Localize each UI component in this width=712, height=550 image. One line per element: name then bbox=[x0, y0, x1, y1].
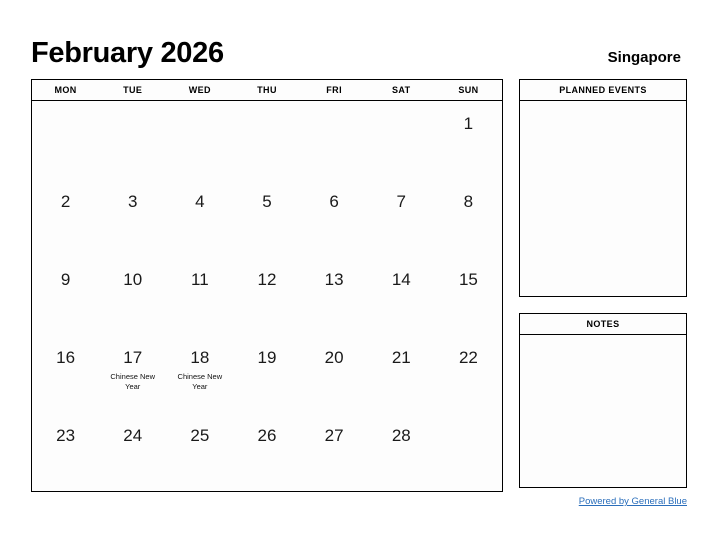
weekday-header-sat: SAT bbox=[392, 85, 411, 95]
day-cell-28[interactable]: 28 bbox=[368, 413, 435, 491]
planned-events-panel: PLANNED EVENTS bbox=[519, 79, 687, 297]
day-cell-empty bbox=[301, 101, 368, 179]
powered-by-link[interactable]: Powered by General Blue bbox=[519, 496, 687, 507]
day-cell-14[interactable]: 14 bbox=[368, 257, 435, 335]
page-title: February 2026 bbox=[31, 37, 224, 69]
planned-events-title: PLANNED EVENTS bbox=[520, 80, 686, 101]
day-cell-empty bbox=[368, 101, 435, 179]
weekday-header-tue: TUE bbox=[123, 85, 143, 95]
calendar-week-row: 2 3 4 5 6 7 8 bbox=[32, 179, 502, 257]
day-number: 19 bbox=[257, 348, 277, 367]
day-number: 23 bbox=[56, 426, 76, 445]
day-cell-25[interactable]: 25 bbox=[166, 413, 233, 491]
day-number: 25 bbox=[190, 426, 210, 445]
day-number: 18 bbox=[190, 348, 210, 367]
day-number: 1 bbox=[463, 114, 474, 133]
day-number: 26 bbox=[257, 426, 277, 445]
day-number: 12 bbox=[257, 270, 277, 289]
weekday-header-wed: WED bbox=[188, 85, 211, 95]
calendar-week-row: 9 10 11 12 13 14 15 bbox=[32, 257, 502, 335]
day-cell-11[interactable]: 11 bbox=[166, 257, 233, 335]
day-event-label: Chinese New Year bbox=[177, 372, 223, 392]
day-number: 4 bbox=[195, 192, 205, 211]
calendar-week-row: 1 bbox=[32, 101, 502, 179]
day-number: 8 bbox=[463, 192, 474, 211]
day-event-label: Chinese New Year bbox=[110, 372, 155, 392]
day-number: 14 bbox=[391, 270, 411, 289]
day-cell-5[interactable]: 5 bbox=[233, 179, 300, 257]
weekday-header-fri: FRI bbox=[326, 85, 342, 95]
day-cell-19[interactable]: 19 bbox=[233, 335, 300, 413]
day-cell-15[interactable]: 15 bbox=[435, 257, 502, 335]
day-number: 13 bbox=[324, 270, 344, 289]
planned-events-body[interactable] bbox=[520, 101, 686, 295]
day-number: 28 bbox=[391, 426, 411, 445]
day-cell-27[interactable]: 27 bbox=[301, 413, 368, 491]
day-number: 15 bbox=[458, 270, 478, 289]
day-cell-12[interactable]: 12 bbox=[233, 257, 300, 335]
calendar-week-rows: 1 2 3 4 5 6 7 8 9 10 11 12 13 14 15 16 17 Chinese New Yea… bbox=[32, 101, 502, 491]
day-number: 17 bbox=[123, 348, 143, 367]
notes-title: NOTES bbox=[520, 314, 686, 335]
day-cell-empty bbox=[233, 101, 300, 179]
day-number: 5 bbox=[262, 192, 272, 211]
weekday-header-mon: MON bbox=[54, 85, 77, 95]
day-cell-10[interactable]: 10 bbox=[99, 257, 166, 335]
calendar-week-row: 23 24 25 26 27 28 bbox=[32, 413, 502, 491]
calendar-page: February 2026 Singapore MON TUE WED THU FRI S… bbox=[0, 0, 712, 550]
day-number: 2 bbox=[60, 192, 71, 211]
day-number: 9 bbox=[60, 270, 71, 289]
day-cell-2[interactable]: 2 bbox=[32, 179, 99, 257]
calendar-grid: MON TUE WED THU FRI SAT SUN 1 2 3 4 5 6 7 8 9 10 11 12 13 1… bbox=[31, 79, 503, 492]
day-cell-23[interactable]: 23 bbox=[32, 413, 99, 491]
weekday-header-sun: SUN bbox=[458, 85, 479, 95]
day-number: 21 bbox=[391, 348, 411, 367]
page-header: February 2026 Singapore bbox=[31, 28, 681, 68]
day-number: 10 bbox=[123, 270, 143, 289]
day-cell-empty bbox=[99, 101, 166, 179]
calendar-week-row: 16 17 Chinese New Year 18 Chinese New Year 19… bbox=[32, 335, 502, 413]
notes-body[interactable] bbox=[520, 335, 686, 486]
day-number: 11 bbox=[191, 270, 209, 289]
day-number: 20 bbox=[324, 348, 344, 367]
day-number: 7 bbox=[396, 192, 406, 211]
day-number: 6 bbox=[329, 192, 339, 211]
day-number: 24 bbox=[123, 426, 143, 445]
day-cell-7[interactable]: 7 bbox=[368, 179, 435, 257]
day-cell-3[interactable]: 3 bbox=[99, 179, 166, 257]
day-cell-20[interactable]: 20 bbox=[301, 335, 368, 413]
day-cell-empty bbox=[435, 413, 502, 491]
day-cell-9[interactable]: 9 bbox=[32, 257, 99, 335]
day-cell-1[interactable]: 1 bbox=[435, 101, 502, 179]
day-cell-16[interactable]: 16 bbox=[32, 335, 99, 413]
day-cell-4[interactable]: 4 bbox=[166, 179, 233, 257]
weekday-header-row: MON TUE WED THU FRI SAT SUN bbox=[32, 80, 502, 101]
day-number: 3 bbox=[127, 192, 138, 211]
location-label: Singapore bbox=[607, 49, 681, 66]
day-cell-8[interactable]: 8 bbox=[435, 179, 502, 257]
notes-panel: NOTES bbox=[519, 313, 687, 488]
day-cell-21[interactable]: 21 bbox=[368, 335, 435, 413]
day-number: 27 bbox=[324, 426, 344, 445]
day-cell-empty bbox=[32, 101, 99, 179]
day-number: 22 bbox=[458, 348, 478, 367]
weekday-header-thu: THU bbox=[257, 85, 277, 95]
day-cell-24[interactable]: 24 bbox=[99, 413, 166, 491]
day-cell-18[interactable]: 18 Chinese New Year bbox=[166, 335, 233, 413]
day-cell-22[interactable]: 22 bbox=[435, 335, 502, 413]
day-number: 16 bbox=[56, 348, 76, 367]
day-cell-empty bbox=[166, 101, 233, 179]
day-cell-13[interactable]: 13 bbox=[301, 257, 368, 335]
day-cell-26[interactable]: 26 bbox=[233, 413, 300, 491]
day-cell-17[interactable]: 17 Chinese New Year bbox=[99, 335, 166, 413]
day-cell-6[interactable]: 6 bbox=[301, 179, 368, 257]
